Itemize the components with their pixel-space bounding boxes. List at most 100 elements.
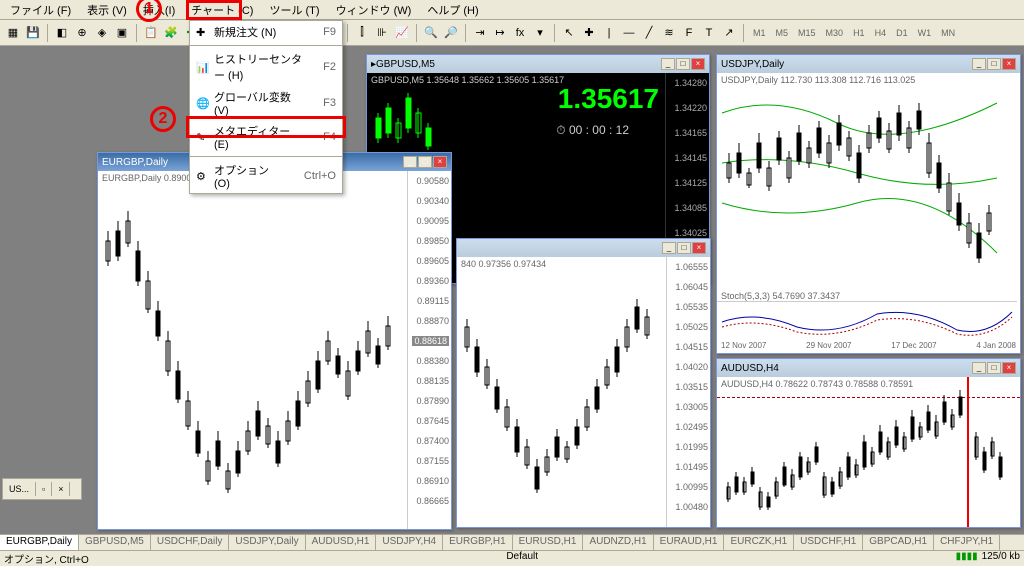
shift-icon[interactable]: ↦	[491, 24, 509, 42]
max-icon[interactable]: □	[418, 156, 432, 168]
expert-icon[interactable]: 🧩	[162, 24, 180, 42]
chart-usdjpy[interactable]: USDJPY,Daily 112.730 113.308 112.716 113…	[717, 73, 1020, 353]
min-icon[interactable]: _	[662, 242, 676, 254]
window-usdjpy-daily[interactable]: USDJPY,Daily _□× USDJPY,Daily 112.730 11…	[716, 54, 1021, 354]
order-icon[interactable]: 📋	[142, 24, 160, 42]
tab-gbpcad[interactable]: GBPCAD,H1	[863, 535, 934, 550]
chart-extra[interactable]: 840 0.97356 0.97434	[457, 257, 710, 527]
date-axis: 12 Nov 200729 Nov 200717 Dec 20074 Jan 2…	[717, 341, 1020, 353]
window-extra[interactable]: _□× 840 0.97356 0.97434	[456, 238, 711, 528]
menu-item-neworder[interactable]: ✚ 新規注文 (N) F9	[190, 21, 342, 43]
close-icon[interactable]: ×	[691, 58, 705, 70]
templates-icon[interactable]: ▾	[531, 24, 549, 42]
max-icon[interactable]: □	[676, 58, 690, 70]
trend-icon[interactable]: ╱	[640, 24, 658, 42]
nav-1-icon[interactable]: ◧	[53, 24, 71, 42]
tf-h4[interactable]: H4	[871, 28, 891, 38]
menu-window[interactable]: ウィンドウ (W)	[328, 0, 420, 21]
min-icon[interactable]: _	[972, 58, 986, 70]
min-restore-icon[interactable]: ▫	[36, 482, 52, 496]
titlebar-extra[interactable]: _□×	[457, 239, 710, 257]
close-icon[interactable]: ×	[1002, 58, 1016, 70]
big-price: 1.35617	[558, 83, 659, 115]
menu-view[interactable]: 表示 (V)	[79, 0, 135, 21]
max-icon[interactable]: □	[987, 362, 1001, 374]
menu-item-history[interactable]: 📊 ヒストリーセンター (H) F2	[190, 48, 342, 86]
tab-eurusd[interactable]: EURUSD,H1	[513, 535, 584, 550]
tab-usdjpy[interactable]: USDJPY,Daily	[229, 535, 305, 550]
arrow-icon[interactable]: ↗	[720, 24, 738, 42]
cursor-icon[interactable]: ↖	[560, 24, 578, 42]
nav-3-icon[interactable]: ◈	[93, 24, 111, 42]
indicator-label: Stoch(5,3,3) 54.7690 37.3437	[721, 291, 840, 301]
vline-icon[interactable]: |	[600, 24, 618, 42]
tab-audusd[interactable]: AUDUSD,H1	[306, 535, 377, 550]
new-chart-icon[interactable]: ▦	[4, 24, 22, 42]
max-icon[interactable]: □	[677, 242, 691, 254]
chart-tabs: EURGBP,Daily GBPUSD,M5 USDCHF,Daily USDJ…	[0, 534, 1024, 550]
menu-item-global[interactable]: 🌐 グローバル変数 (V) F3	[190, 86, 342, 120]
tf-m30[interactable]: M30	[822, 28, 848, 38]
tab-eurczk[interactable]: EURCZK,H1	[724, 535, 794, 550]
titlebar-gbpusd[interactable]: ▸ GBPUSD,M5 _ □ ×	[367, 55, 709, 73]
titlebar-audusd[interactable]: AUDUSD,H4 _□×	[717, 359, 1020, 377]
close-icon[interactable]: ×	[433, 156, 447, 168]
zoomout-icon[interactable]: 🔎	[442, 24, 460, 42]
tf-h1[interactable]: H1	[849, 28, 869, 38]
bars-icon[interactable]: ⫿	[353, 24, 371, 42]
tab-usdchf[interactable]: USDCHF,Daily	[151, 535, 230, 550]
min-icon[interactable]: _	[972, 362, 986, 374]
chart-eurgbp[interactable]: EURGBP,Daily 0.89009 0.89100 0.88618 0.8…	[98, 171, 451, 529]
autoscroll-icon[interactable]: ⇥	[471, 24, 489, 42]
window-eurgbp-daily[interactable]: EURGBP,Daily _□× EURGBP,Daily 0.89009 0.…	[97, 152, 452, 530]
close-icon[interactable]: ×	[1002, 362, 1016, 374]
min-icon[interactable]: _	[403, 156, 417, 168]
tab-gbpusd[interactable]: GBPUSD,M5	[79, 535, 151, 550]
close-icon[interactable]: ×	[692, 242, 706, 254]
price-axis: 1.06555 1.06045 1.05535 1.05025 1.04515 …	[666, 257, 710, 527]
hline-icon[interactable]: —	[620, 24, 638, 42]
nav-4-icon[interactable]: ▣	[113, 24, 131, 42]
menu-file[interactable]: ファイル (F)	[2, 0, 79, 21]
tf-d1[interactable]: D1	[892, 28, 912, 38]
tab-chfjpy[interactable]: CHFJPY,H1	[934, 535, 1000, 550]
min-tab[interactable]: US...	[3, 482, 36, 496]
titlebar-usdjpy[interactable]: USDJPY,Daily _□×	[717, 55, 1020, 73]
min-icon[interactable]: _	[661, 58, 675, 70]
menu-chart[interactable]: チャート (C)	[183, 0, 261, 21]
tab-usdjpyh4[interactable]: USDJPY,H4	[376, 535, 443, 550]
tab-usdchfh1[interactable]: USDCHF,H1	[794, 535, 863, 550]
max-icon[interactable]: □	[987, 58, 1001, 70]
tf-m5[interactable]: M5	[772, 28, 793, 38]
min-close-icon[interactable]: ×	[52, 482, 70, 496]
menu-item-metaeditor[interactable]: ✎ メタエディター (E) F4	[190, 120, 342, 154]
tf-m1[interactable]: M1	[749, 28, 770, 38]
zoomin-icon[interactable]: 🔍	[422, 24, 440, 42]
fibo-icon[interactable]: F	[680, 24, 698, 42]
channel-icon[interactable]: ≋	[660, 24, 678, 42]
chart-audusd[interactable]: AUDUSD,H4 0.78622 0.78743 0.78588 0.7859…	[717, 377, 1020, 527]
nav-2-icon[interactable]: ⊕	[73, 24, 91, 42]
tf-w1[interactable]: W1	[914, 28, 936, 38]
crosshair-icon[interactable]: ✚	[580, 24, 598, 42]
text-icon[interactable]: T	[700, 24, 718, 42]
tf-mn[interactable]: MN	[937, 28, 959, 38]
candles-icon[interactable]: ⊪	[373, 24, 391, 42]
toolbar: ▦ 💾 ◧ ⊕ ◈ ▣ 📋 🧩 ✚ ⫿ ⊪ 📈 🔍 🔎 ⇥ ↦ fx ▾ ↖ ✚…	[0, 20, 1024, 46]
menu-item-options[interactable]: ⚙ オプション (O) Ctrl+O	[190, 159, 342, 193]
line-icon[interactable]: 📈	[393, 24, 411, 42]
menu-tools[interactable]: ツール (T)	[261, 0, 327, 21]
indicators-icon[interactable]: fx	[511, 24, 529, 42]
window-audusd-h4[interactable]: AUDUSD,H4 _□× AUDUSD,H4 0.78622 0.78743 …	[716, 358, 1021, 528]
save-icon[interactable]: 💾	[24, 24, 42, 42]
tab-euraud[interactable]: EURAUD,H1	[654, 535, 725, 550]
tf-m15[interactable]: M15	[794, 28, 820, 38]
menu-help[interactable]: ヘルプ (H)	[419, 0, 486, 21]
minimized-window[interactable]: US... ▫ ×	[2, 478, 82, 500]
menu-insert[interactable]: 挿入(I)	[135, 0, 183, 21]
tab-eurgbph1[interactable]: EURGBP,H1	[443, 535, 513, 550]
menubar: ファイル (F) 表示 (V) 挿入(I) チャート (C) ツール (T) ウ…	[0, 0, 1024, 20]
tab-eurgbp[interactable]: EURGBP,Daily	[0, 535, 79, 550]
tab-audnzd[interactable]: AUDNZD,H1	[583, 535, 653, 550]
stoch-svg	[717, 301, 1017, 341]
